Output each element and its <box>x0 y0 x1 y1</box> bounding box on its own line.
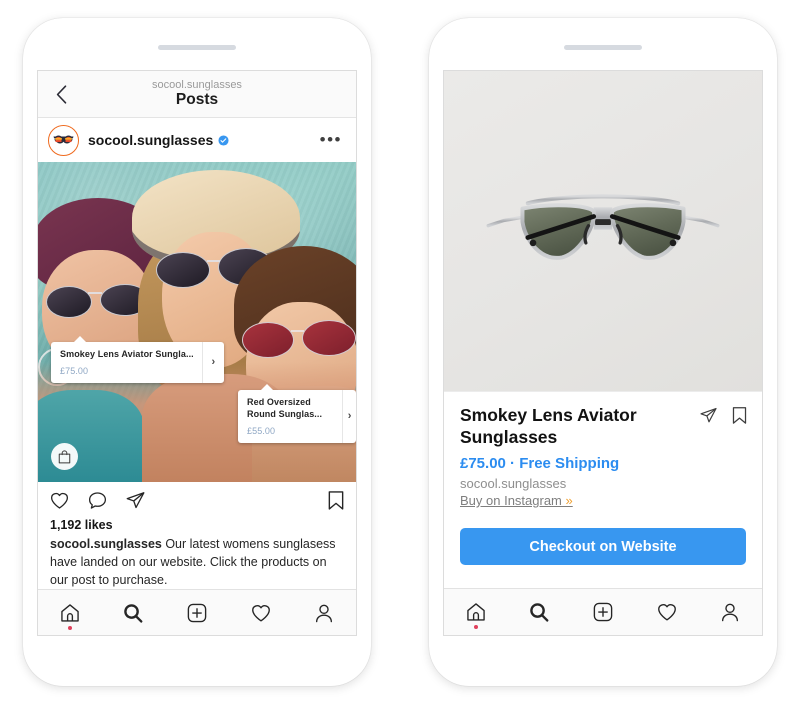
nav-profile[interactable] <box>313 602 335 624</box>
product-price: £75.00 · Free Shipping <box>460 455 620 473</box>
heart-icon[interactable] <box>49 490 70 511</box>
nav-add-post[interactable] <box>592 601 614 623</box>
product-tag[interactable]: Red Oversized Round Sunglas... £55.00 › <box>238 384 356 443</box>
verified-badge-icon <box>218 134 229 146</box>
comment-icon[interactable] <box>87 490 108 511</box>
nav-activity[interactable] <box>656 601 678 623</box>
profile-icon <box>316 604 333 623</box>
chevron-left-icon <box>56 84 66 104</box>
back-button[interactable] <box>44 84 78 104</box>
header-subtitle: socool.sunglasses <box>152 78 242 91</box>
notification-dot <box>473 625 478 629</box>
avatar[interactable] <box>48 124 79 156</box>
product-tag-title: Smokey Lens Aviator Sungla... <box>60 349 194 359</box>
sunglasses-avatar-icon <box>53 135 74 144</box>
caption-author[interactable]: socool.sunglasses <box>50 537 162 551</box>
bookmark-icon[interactable] <box>731 406 748 425</box>
share-icon[interactable] <box>699 406 718 425</box>
nav-search[interactable] <box>122 602 144 624</box>
product-tag-arrow-icon[interactable]: › <box>201 342 224 383</box>
bottom-nav-bar <box>38 589 356 635</box>
shopping-bag-badge[interactable] <box>51 443 78 470</box>
buy-link-chevron-icon: » <box>565 493 573 509</box>
add-post-icon <box>593 602 613 622</box>
search-icon <box>530 603 549 622</box>
activity-heart-icon <box>657 604 676 621</box>
post-action-bar <box>38 482 356 518</box>
page-title: Posts <box>175 91 219 109</box>
add-post-icon <box>187 603 207 623</box>
product-tag-price: £55.00 <box>247 425 276 436</box>
buy-link-label: Buy on Instagram <box>460 493 566 509</box>
product-tag[interactable]: Smokey Lens Aviator Sungla... £75.00 › <box>51 336 224 383</box>
product-tag-title: Red Oversized Round Sunglas... <box>247 397 323 419</box>
product-seller[interactable]: socool.sunglasses <box>460 476 746 491</box>
profile-icon <box>722 603 739 622</box>
bottom-nav-bar <box>444 588 762 635</box>
activity-heart-icon <box>251 605 270 622</box>
home-icon <box>467 603 485 621</box>
instagram-post-screen: socool.sunglasses Posts socool.sunglasse… <box>37 70 357 636</box>
aviator-sunglasses-image <box>486 194 720 260</box>
nav-add-post[interactable] <box>186 602 208 624</box>
post-owner-row: socool.sunglasses ••• <box>38 118 356 162</box>
header-titles: socool.sunglasses Posts <box>38 79 356 109</box>
product-tag-arrow-icon[interactable]: › <box>342 390 356 443</box>
phone-mockup-right: Smokey Lens Aviator Sunglasses £75.00 · … <box>429 18 777 686</box>
bookmark-icon[interactable] <box>327 490 345 511</box>
phone-speaker <box>564 45 642 50</box>
more-options-icon[interactable]: ••• <box>320 131 346 148</box>
share-icon[interactable] <box>125 490 146 511</box>
nav-home[interactable] <box>59 602 81 631</box>
nav-activity[interactable] <box>250 602 272 624</box>
phone-speaker <box>158 45 236 50</box>
product-title: Smokey Lens Aviator Sunglasses <box>460 405 637 448</box>
likes-count: 1,192 likes <box>50 518 113 532</box>
phone-mockup-left: socool.sunglasses Posts socool.sunglasse… <box>23 18 371 686</box>
screenshot-stage: socool.sunglasses Posts socool.sunglasse… <box>0 0 800 714</box>
product-action-icons <box>699 406 748 425</box>
checkout-on-website-button[interactable]: Checkout on Website <box>460 528 746 566</box>
home-icon <box>61 604 79 622</box>
product-info: Smokey Lens Aviator Sunglasses £75.00 · … <box>444 392 762 510</box>
post-photo[interactable]: Smokey Lens Aviator Sungla... £75.00 › R… <box>38 162 356 482</box>
notification-dot <box>67 626 72 631</box>
product-photo[interactable] <box>444 71 762 392</box>
post-screen-header: socool.sunglasses Posts <box>38 71 356 118</box>
nav-search[interactable] <box>528 601 550 623</box>
post-caption: socool.sunglasses Our latest womens sung… <box>38 536 356 589</box>
product-tag-body: Red Oversized Round Sunglas... £55.00 <box>238 390 342 443</box>
product-detail-screen: Smokey Lens Aviator Sunglasses £75.00 · … <box>443 70 763 636</box>
post-owner-username[interactable]: socool.sunglasses <box>88 132 213 148</box>
search-icon <box>124 604 143 623</box>
shopping-bag-icon <box>58 449 71 463</box>
nav-profile[interactable] <box>719 601 741 623</box>
product-tag-body: Smokey Lens Aviator Sungla... £75.00 <box>51 342 202 383</box>
nav-home[interactable] <box>465 601 487 629</box>
product-tag-price: £75.00 <box>60 365 89 376</box>
buy-on-instagram-link[interactable]: Buy on Instagram » <box>460 493 573 508</box>
